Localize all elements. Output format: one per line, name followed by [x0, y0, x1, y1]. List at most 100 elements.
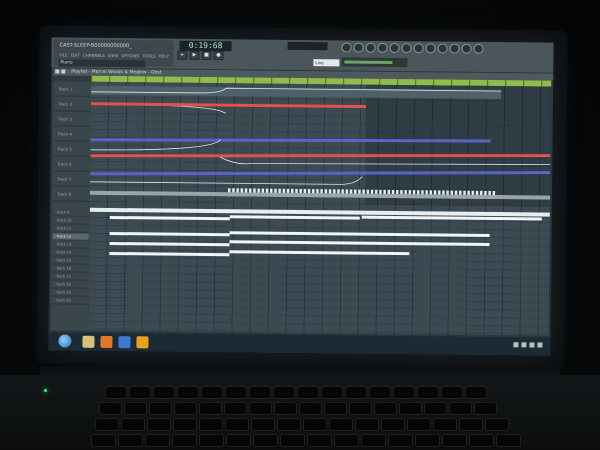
menu-item-channels[interactable]: CHANNELS	[83, 53, 105, 58]
blue-automation-lane[interactable]	[90, 137, 491, 144]
menu-item-edit[interactable]: EDIT	[71, 53, 80, 58]
clip-note-5[interactable]	[229, 231, 490, 237]
volume-automation[interactable]	[91, 87, 502, 96]
track-header[interactable]: Track 12	[52, 233, 89, 241]
firefox-icon[interactable]	[100, 335, 113, 349]
keyboard-key	[92, 435, 115, 446]
track-header[interactable]: Track 18	[52, 281, 89, 289]
reverb-automation[interactable]	[90, 174, 363, 185]
snap-icon[interactable]	[61, 69, 66, 74]
clip-note-9[interactable]	[229, 250, 410, 256]
explorer-icon[interactable]	[82, 335, 95, 348]
menu-icon[interactable]	[55, 69, 60, 74]
pan-automation[interactable]	[220, 156, 551, 167]
keyboard-key	[375, 403, 396, 414]
keyboard-key	[122, 419, 144, 430]
keyboard-key	[148, 419, 170, 430]
shortcut-button[interactable]	[377, 42, 388, 53]
menu-item-tools[interactable]: TOOLS	[142, 53, 156, 58]
track-header[interactable]: Track 6	[53, 156, 90, 172]
power-led-icon	[44, 389, 47, 392]
fl-toolbar: CAST-SLEEP-B00000000000_ FILE EDIT CHANNEL…	[51, 37, 554, 73]
track-header[interactable]: Track 5	[53, 141, 90, 157]
stop-button[interactable]: ■	[201, 50, 212, 61]
track-header[interactable]: Track 2	[53, 96, 91, 112]
keyboard-key	[470, 435, 493, 446]
track-header[interactable]: Track 16	[52, 265, 89, 273]
shortcut-button[interactable]	[449, 43, 460, 54]
track-header[interactable]: Track 3	[53, 111, 90, 127]
shortcut-button[interactable]	[425, 43, 436, 54]
red-automation-lane[interactable]	[90, 102, 366, 109]
track-header[interactable]: Track 20	[51, 297, 88, 305]
keyboard-key	[394, 387, 414, 398]
shortcut-button[interactable]	[389, 42, 400, 54]
menu-item-options[interactable]: OPTIONS	[121, 53, 139, 58]
clip-note-3[interactable]	[361, 215, 542, 221]
clock-icon[interactable]	[537, 342, 543, 348]
song-position-display[interactable]: 0:19:68	[179, 40, 232, 52]
volume-icon[interactable]	[521, 342, 527, 348]
track-header[interactable]: Track 7	[53, 171, 90, 187]
main-menu-panel: CAST-SLEEP-B00000000000_ FILE EDIT CHANNEL…	[53, 39, 174, 68]
battery-icon[interactable]	[529, 342, 535, 348]
track-header[interactable]: Track 13	[52, 241, 89, 249]
menu-item-view[interactable]: VIEW	[108, 53, 118, 58]
automation-curves	[90, 87, 551, 200]
track-header[interactable]: Track 17	[52, 273, 89, 281]
track-header[interactable]: Track 11	[52, 225, 89, 233]
clip-note-7[interactable]	[229, 240, 490, 246]
keyboard-key	[425, 403, 446, 414]
keyboard-key	[226, 387, 246, 398]
shortcut-buttons	[341, 42, 484, 54]
shortcut-button[interactable]	[365, 42, 376, 53]
shortcut-button[interactable]	[341, 42, 352, 53]
keyboard-key	[356, 419, 378, 430]
keyboard-key	[466, 387, 486, 398]
windows-start-icon[interactable]	[58, 334, 72, 348]
pattern-song-toggle[interactable]: ▸	[177, 50, 188, 60]
track-headers: Track 1 Track 2 Track 3 Track 4 Track 5 Track…	[50, 81, 92, 331]
record-button[interactable]: ●	[213, 51, 224, 61]
pattern-selector[interactable]	[341, 57, 408, 68]
arrangement-grid[interactable]	[88, 81, 552, 336]
clip-note-8[interactable]	[109, 251, 230, 257]
clip-note-2[interactable]	[229, 215, 360, 220]
keyboard-key	[125, 403, 146, 414]
track-header[interactable]: Track 10	[52, 217, 89, 225]
network-icon[interactable]	[513, 342, 519, 348]
clip-note-6[interactable]	[109, 241, 230, 247]
track-header[interactable]: Track 9	[52, 209, 89, 217]
track-header[interactable]: Track 1	[54, 81, 91, 97]
snap-selector[interactable]: Line	[313, 59, 340, 67]
blue-automation-lane-2[interactable]	[90, 168, 551, 179]
clip-note-1[interactable]	[109, 215, 230, 221]
track-header[interactable]: Track 19	[51, 289, 89, 297]
shortcut-button[interactable]	[401, 43, 412, 54]
keyboard-key	[434, 419, 456, 430]
menu-item-help[interactable]: HELP	[159, 54, 169, 59]
shortcut-button[interactable]	[461, 43, 472, 54]
play-button[interactable]: ▶	[189, 50, 200, 60]
keyboard-key	[335, 435, 358, 446]
red-automation-lane-2[interactable]	[90, 151, 551, 161]
shortcut-button[interactable]	[413, 43, 424, 54]
keyboard-key	[486, 419, 508, 430]
track-header[interactable]: Track 8	[52, 186, 90, 202]
track-header[interactable]: Track 14	[52, 249, 89, 257]
clip-note-4[interactable]	[109, 231, 230, 237]
keyboard-key	[350, 403, 371, 414]
menu-item-file[interactable]: FILE	[59, 52, 67, 57]
shortcut-button[interactable]	[353, 42, 364, 53]
tempo-display[interactable]	[287, 41, 328, 51]
keyboard-key	[278, 419, 300, 430]
shortcut-button[interactable]	[473, 43, 484, 54]
keyboard-key	[382, 419, 404, 430]
media-player-icon[interactable]	[118, 336, 131, 349]
laptop-screen: CAST-SLEEP-B00000000000_ FILE EDIT CHANNEL…	[48, 37, 554, 356]
keyboard-key	[346, 387, 366, 398]
fl-studio-icon[interactable]	[136, 336, 149, 349]
track-header[interactable]: Track 4	[53, 126, 90, 142]
shortcut-button[interactable]	[437, 43, 448, 54]
track-header[interactable]: Track 15	[52, 257, 89, 265]
